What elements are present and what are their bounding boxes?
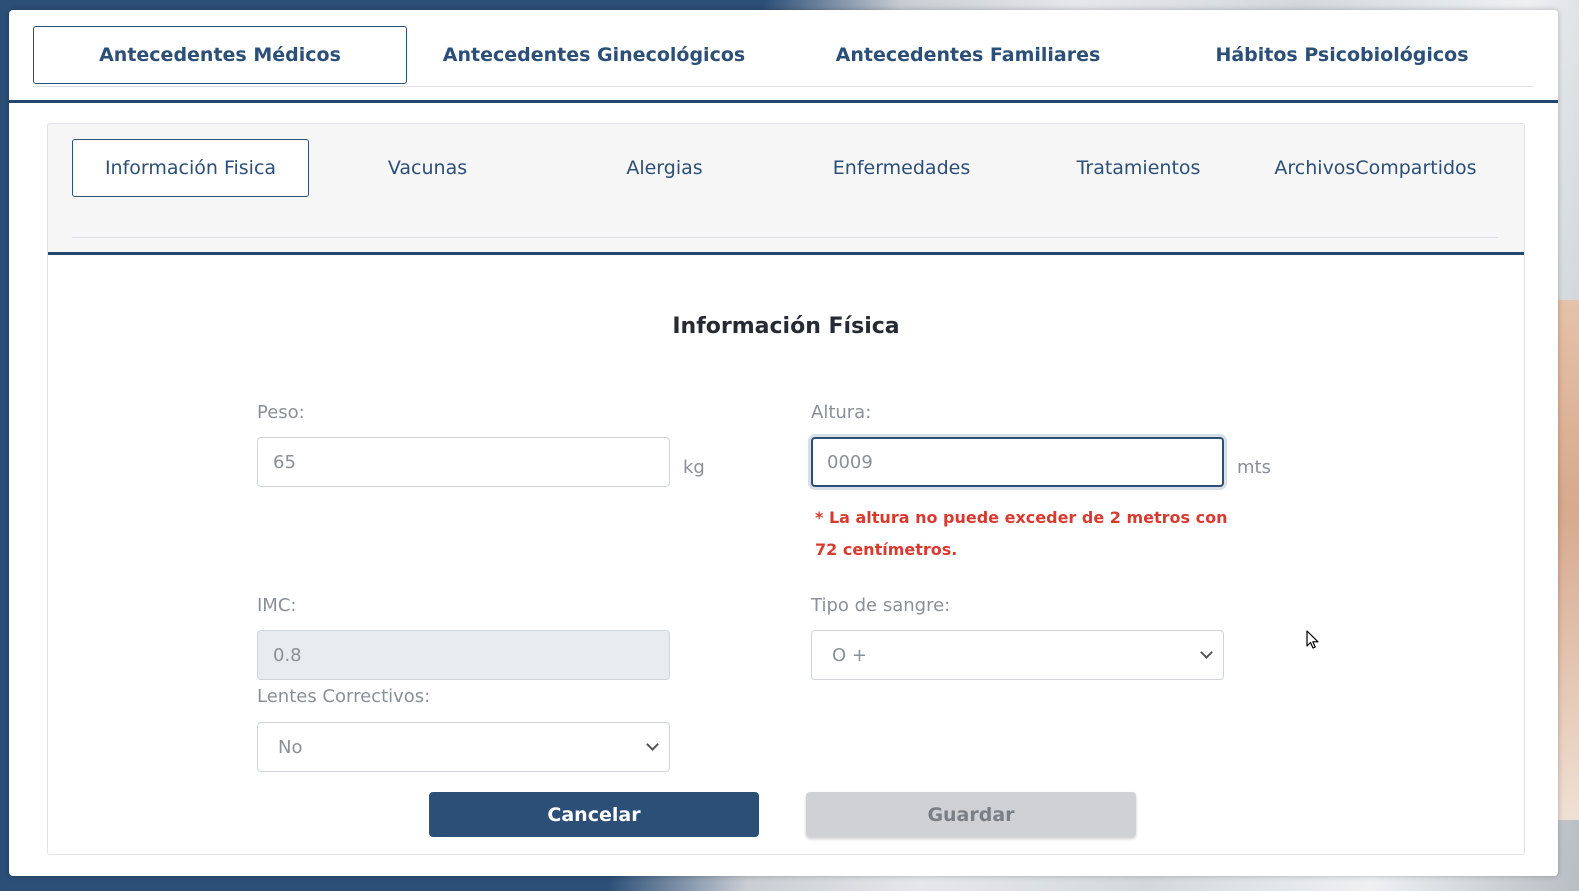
cancel-button[interactable]: Cancelar bbox=[429, 792, 759, 837]
tipo-sangre-value: O + bbox=[832, 644, 867, 666]
tab-alergias[interactable]: Alergias bbox=[546, 139, 783, 197]
tab-archivos-compartidos[interactable]: Archivos Compartidos bbox=[1257, 139, 1494, 235]
peso-unit: kg bbox=[683, 457, 705, 478]
altura-label: Altura: bbox=[811, 402, 872, 423]
sub-tab-header: Información Fisica Vacunas Alergias Enfe… bbox=[48, 124, 1524, 255]
mouse-cursor-icon bbox=[1306, 630, 1319, 649]
top-tab-bar: Antecedentes Médicos Antecedentes Gineco… bbox=[33, 26, 1533, 87]
imc-input bbox=[257, 630, 670, 680]
top-tab-divider bbox=[9, 100, 1558, 103]
chevron-down-icon bbox=[1200, 646, 1213, 659]
tipo-sangre-label: Tipo de sangre: bbox=[811, 595, 951, 616]
tipo-sangre-select[interactable]: O + bbox=[811, 630, 1224, 680]
form-title: Información Física bbox=[672, 314, 900, 339]
tab-antecedentes-medicos[interactable]: Antecedentes Médicos bbox=[33, 26, 407, 84]
tab-archivos-line1: Archivos bbox=[1274, 157, 1356, 179]
lentes-value: No bbox=[278, 736, 303, 758]
sub-tab-bar: Información Fisica Vacunas Alergias Enfe… bbox=[72, 139, 1498, 238]
peso-label: Peso: bbox=[257, 402, 305, 423]
tab-vacunas[interactable]: Vacunas bbox=[309, 139, 546, 197]
sub-tab-divider bbox=[48, 252, 1524, 255]
imc-label: IMC: bbox=[257, 595, 297, 616]
tab-enfermedades[interactable]: Enfermedades bbox=[783, 139, 1020, 197]
save-button[interactable]: Guardar bbox=[806, 792, 1136, 837]
tab-antecedentes-ginecologicos[interactable]: Antecedentes Ginecológicos bbox=[407, 26, 781, 84]
tab-content-panel: Información Fisica Vacunas Alergias Enfe… bbox=[47, 123, 1525, 855]
tab-informacion-fisica[interactable]: Información Fisica bbox=[72, 139, 309, 197]
altura-unit: mts bbox=[1237, 457, 1271, 478]
chevron-down-icon bbox=[646, 738, 659, 751]
lentes-select[interactable]: No bbox=[257, 722, 670, 772]
medical-history-modal: Antecedentes Médicos Antecedentes Gineco… bbox=[9, 10, 1558, 876]
tab-antecedentes-familiares[interactable]: Antecedentes Familiares bbox=[781, 26, 1155, 84]
tab-archivos-line2: Compartidos bbox=[1355, 157, 1477, 179]
lentes-label: Lentes Correctivos: bbox=[257, 686, 431, 707]
tab-habitos-psicobiologicos[interactable]: Hábitos Psicobiológicos bbox=[1155, 26, 1529, 84]
altura-input[interactable] bbox=[811, 437, 1224, 487]
tab-tratamientos[interactable]: Tratamientos bbox=[1020, 139, 1257, 197]
altura-error-message: * La altura no puede exceder de 2 metros… bbox=[815, 508, 1228, 559]
peso-input[interactable] bbox=[257, 437, 670, 487]
